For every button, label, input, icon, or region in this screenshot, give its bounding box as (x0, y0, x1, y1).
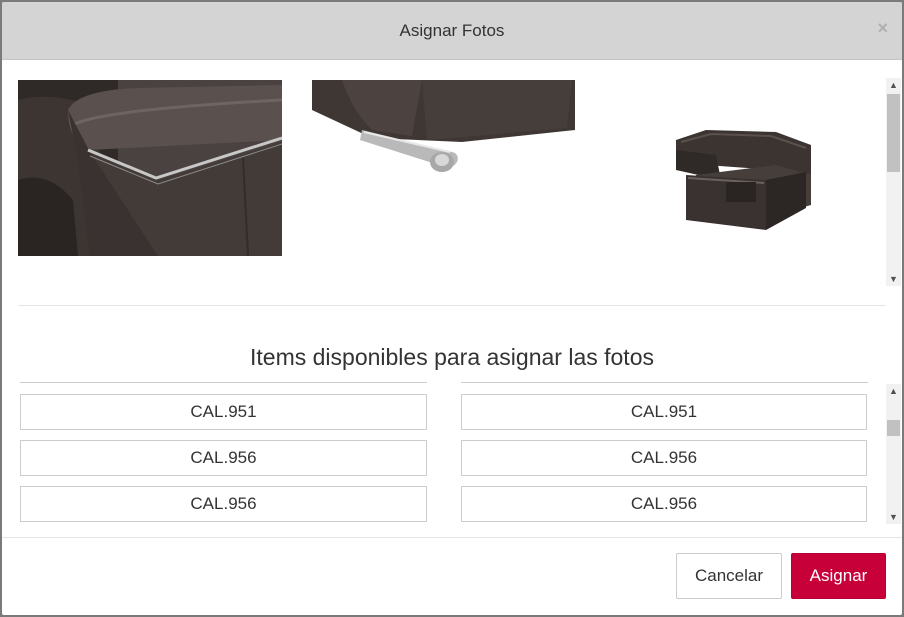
sofa-leg-image (312, 80, 575, 180)
photo-gallery (18, 80, 886, 286)
corner-sofa-image (666, 120, 816, 240)
cancel-button[interactable]: Cancelar (676, 553, 782, 599)
item-left-1[interactable]: CAL.951 (20, 394, 427, 430)
items-list: CAL.951 CAL.956 CAL.956 CAL.951 CAL.956 … (20, 382, 886, 524)
photos-scrollbar[interactable]: ▲ ▼ (886, 78, 901, 286)
assign-button[interactable]: Asignar (791, 553, 886, 599)
assign-photos-modal: Asignar Fotos × ▲ ▼ Items disponibles pa… (2, 2, 902, 615)
scroll-down-arrow-icon[interactable]: ▼ (886, 272, 901, 286)
item-left-3[interactable]: CAL.956 (20, 486, 427, 522)
scroll-down-arrow-icon[interactable]: ▼ (886, 510, 901, 524)
item-right-2[interactable]: CAL.956 (461, 440, 867, 476)
left-column-rule (20, 382, 427, 383)
item-right-1[interactable]: CAL.951 (461, 394, 867, 430)
right-column-rule (461, 382, 868, 383)
photos-scroll-thumb[interactable] (887, 94, 900, 172)
items-scrollbar[interactable]: ▲ ▼ (886, 384, 901, 524)
sofa-armrest-image (18, 80, 282, 256)
items-scroll-thumb[interactable] (887, 420, 900, 436)
footer-divider (2, 537, 902, 538)
items-heading: Items disponibles para asignar las fotos (250, 344, 654, 370)
photo-sofa-leg[interactable] (312, 80, 575, 180)
item-right-3[interactable]: CAL.956 (461, 486, 867, 522)
item-left-2[interactable]: CAL.956 (20, 440, 427, 476)
scroll-up-arrow-icon[interactable]: ▲ (886, 78, 901, 92)
section-divider (18, 305, 886, 306)
scroll-up-arrow-icon[interactable]: ▲ (886, 384, 901, 398)
modal-title: Asignar Fotos (399, 21, 505, 40)
photo-sofa-armrest[interactable] (18, 80, 282, 256)
modal-header: Asignar Fotos × (2, 2, 902, 60)
close-icon[interactable]: × (877, 18, 888, 38)
photo-corner-sofa[interactable] (666, 120, 816, 240)
